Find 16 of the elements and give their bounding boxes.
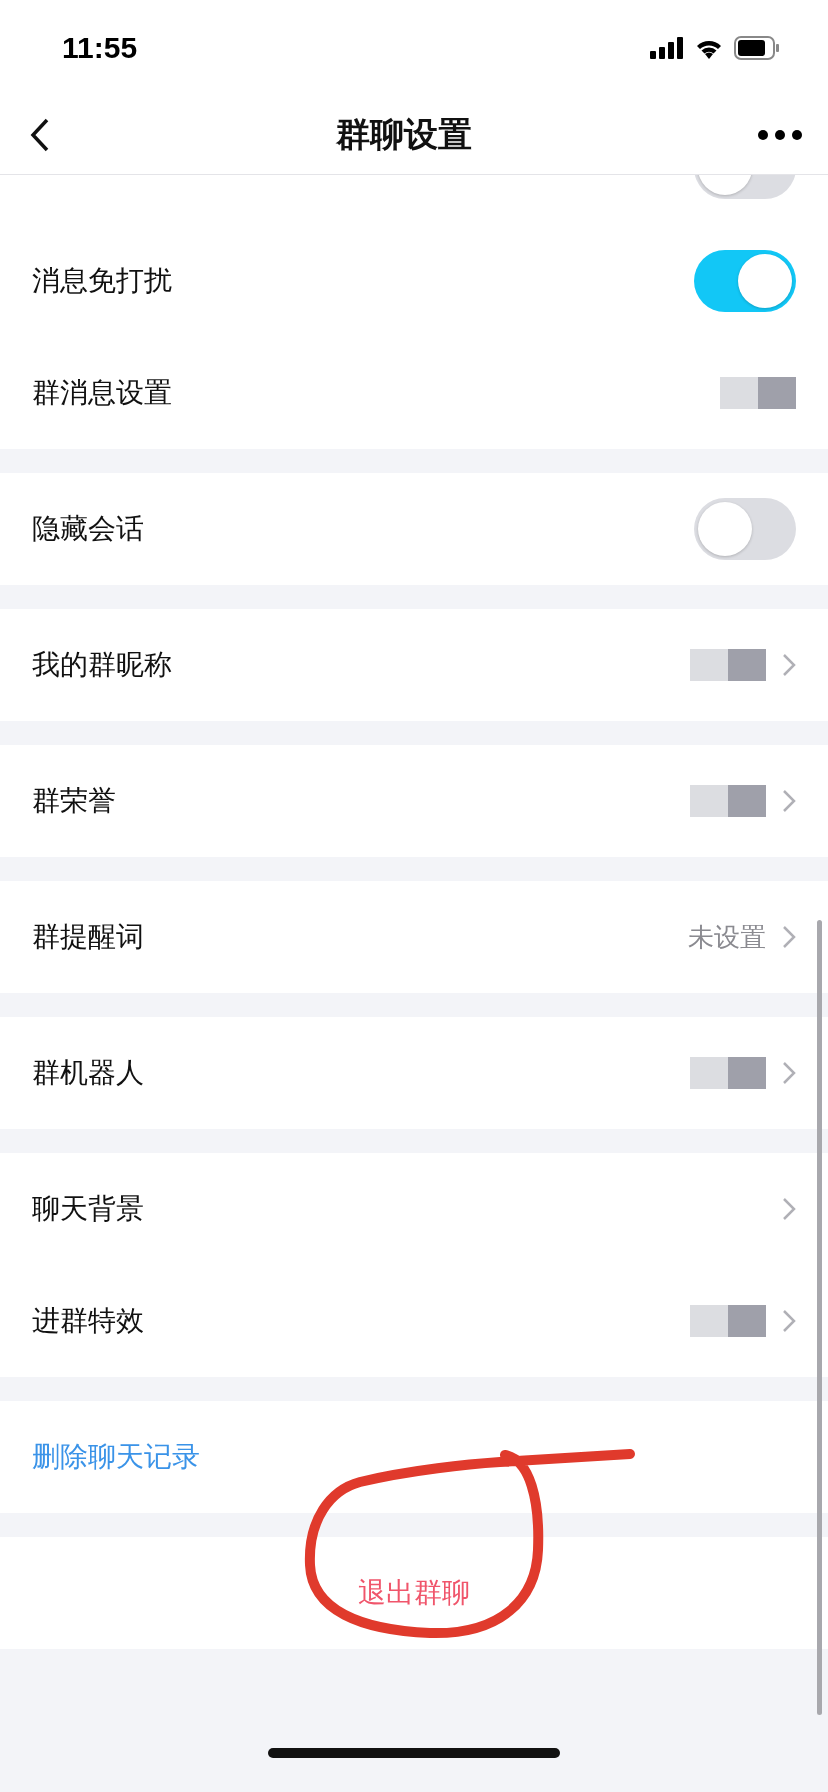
setting-label[interactable]: 群提醒词: [32, 918, 144, 956]
setting-label[interactable]: 我的群昵称: [32, 646, 172, 684]
setting-label: 隐藏会话: [32, 511, 144, 547]
setting-label[interactable]: 群机器人: [32, 1054, 144, 1092]
setting-label[interactable]: 群消息设置: [32, 374, 172, 412]
more-icon[interactable]: [758, 130, 802, 140]
back-icon[interactable]: [30, 118, 50, 152]
setting-value: 未设置: [688, 920, 766, 954]
status-time: 11:55: [62, 31, 138, 65]
setting-label[interactable]: 群荣誉: [32, 782, 116, 820]
battery-icon: [734, 36, 780, 60]
setting-label[interactable]: 聊天背景: [32, 1190, 144, 1228]
setting-label[interactable]: 进群特效: [32, 1302, 144, 1340]
signal-icon: [650, 37, 684, 59]
page-title: 群聊设置: [336, 113, 472, 156]
setting-label: 消息免打扰: [32, 263, 172, 299]
